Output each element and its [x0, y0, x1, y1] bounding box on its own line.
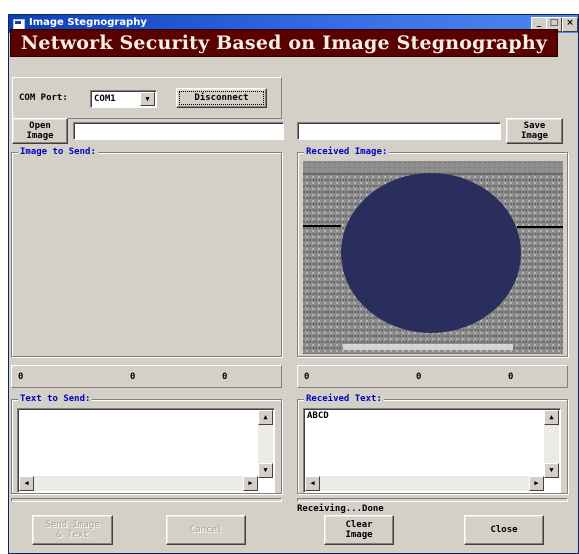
com-port-select[interactable]: COM1 ▼: [90, 90, 157, 108]
received-image: [303, 161, 563, 354]
scroll-right-icon[interactable]: ▶: [243, 476, 258, 491]
image-to-send-label: Image to Send:: [18, 147, 98, 157]
text-to-send-area[interactable]: ▲ ▼ ◀ ▶: [17, 408, 275, 493]
receive-count-2: 0: [416, 372, 422, 382]
received-image-group: Received Image:: [297, 147, 568, 357]
received-text-label: Received Text:: [304, 394, 384, 404]
receive-status-text: Receiving...Done: [297, 504, 384, 514]
com-port-value: COM1: [94, 94, 116, 104]
scroll-up-icon[interactable]: ▲: [544, 410, 559, 425]
horizontal-scrollbar[interactable]: ◀ ▶: [305, 476, 544, 491]
received-text-area[interactable]: ABCD ▲ ▼ ◀ ▶: [303, 408, 561, 493]
send-count-3: 0: [222, 372, 228, 382]
disconnect-button[interactable]: Disconnect: [176, 88, 267, 108]
clear-image-button[interactable]: Clear Image: [324, 515, 394, 545]
received-text-group: Received Text: ABCD ▲ ▼ ◀ ▶: [297, 394, 568, 494]
window-title: Image Stegnography: [29, 17, 147, 28]
scroll-right-icon[interactable]: ▶: [529, 476, 544, 491]
send-count-1: 0: [18, 372, 24, 382]
send-counts-panel: 0 0 0: [11, 365, 282, 388]
received-text-value: ABCD: [307, 411, 329, 421]
receive-count-3: 0: [508, 372, 514, 382]
open-image-button[interactable]: Open Image: [12, 118, 68, 144]
scroll-down-icon[interactable]: ▼: [258, 463, 273, 478]
receive-progress-bar: [297, 498, 568, 502]
pupil-shape: [341, 173, 521, 333]
send-progress-bar: [11, 498, 282, 502]
scroll-up-icon[interactable]: ▲: [258, 410, 273, 425]
receive-count-1: 0: [304, 372, 310, 382]
scroll-left-icon[interactable]: ◀: [19, 476, 34, 491]
send-count-2: 0: [130, 372, 136, 382]
close-button[interactable]: Close: [464, 515, 544, 545]
horizontal-scrollbar[interactable]: ◀ ▶: [19, 476, 258, 491]
close-window-button[interactable]: ×: [562, 17, 578, 32]
image-to-send-group: Image to Send:: [11, 147, 282, 357]
scroll-left-icon[interactable]: ◀: [305, 476, 320, 491]
receive-counts-panel: 0 0 0: [297, 365, 568, 388]
chevron-down-icon[interactable]: ▼: [140, 92, 155, 106]
text-to-send-group: Text to Send: ▲ ▼ ◀ ▶: [11, 394, 282, 494]
cancel-button[interactable]: Cancel: [166, 515, 246, 545]
save-image-button[interactable]: Save Image: [506, 118, 563, 144]
scroll-down-icon[interactable]: ▼: [544, 463, 559, 478]
vertical-scrollbar[interactable]: ▲ ▼: [544, 410, 559, 478]
send-image-text-button[interactable]: Send Image & Text: [32, 515, 113, 545]
receive-image-path-field[interactable]: [297, 122, 501, 140]
app-window: Image Stegnography _ □ × Network Securit…: [8, 14, 579, 554]
text-to-send-label: Text to Send:: [18, 394, 93, 404]
vertical-scrollbar[interactable]: ▲ ▼: [258, 410, 273, 478]
send-image-path-field[interactable]: [73, 122, 284, 140]
app-banner: Network Security Based on Image Stegnogr…: [10, 29, 558, 57]
received-image-label: Received Image:: [304, 147, 390, 157]
com-port-label: COM Port:: [19, 93, 68, 103]
com-port-panel: COM Port: COM1 ▼ Disconnect: [12, 77, 282, 119]
